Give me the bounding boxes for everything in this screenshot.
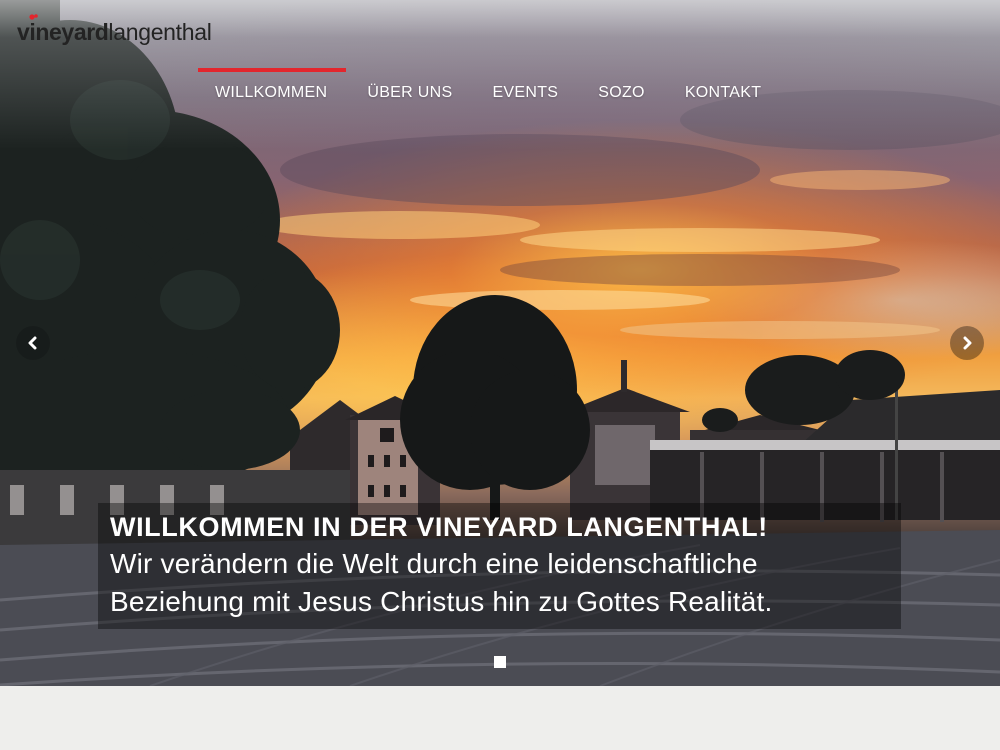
slider-dot-1[interactable] — [494, 656, 506, 668]
nav-item-label: ÜBER UNS — [367, 84, 453, 101]
caption-line-1: Wir verändern die Welt durch eine leiden… — [110, 548, 758, 579]
chevron-right-icon — [963, 336, 972, 350]
nav-item-events[interactable]: EVENTS — [475, 68, 581, 118]
caption-line-2: Beziehung mit Jesus Christus hin zu Gott… — [110, 586, 773, 617]
logo-text-light: langenthal — [108, 19, 212, 45]
nav-item-willkommen[interactable]: WILLKOMMEN — [198, 68, 350, 118]
nav-item-label: SOZO — [598, 84, 645, 101]
caption-headline: WILLKOMMEN IN DER VINEYARD LANGENTHAL! — [110, 512, 768, 542]
nav-item-sozo[interactable]: SOZO — [581, 68, 668, 118]
slide-caption: WILLKOMMEN IN DER VINEYARD LANGENTHAL! W… — [98, 503, 901, 629]
nav-item-kontakt[interactable]: KONTAKT — [668, 68, 784, 118]
nav-item-ueber-uns[interactable]: ÜBER UNS — [350, 68, 475, 118]
site-logo[interactable]: vineyard langenthal — [17, 14, 212, 45]
logo-text-bold: vineyard — [17, 19, 109, 45]
slider-prev-button[interactable] — [16, 326, 50, 360]
logo-mark-icon — [29, 14, 38, 20]
slider-next-button[interactable] — [950, 326, 984, 360]
nav-item-label: WILLKOMMEN — [215, 84, 328, 101]
chevron-left-icon — [28, 336, 37, 350]
nav-item-label: KONTAKT — [684, 84, 762, 101]
nav-item-label: EVENTS — [492, 84, 559, 101]
page: vineyard langenthal WILLKOMMEN ÜBER UNS … — [0, 0, 1000, 750]
main-nav: WILLKOMMEN ÜBER UNS EVENTS SOZO KONTAKT — [198, 68, 784, 118]
slider-pagination — [494, 656, 506, 668]
